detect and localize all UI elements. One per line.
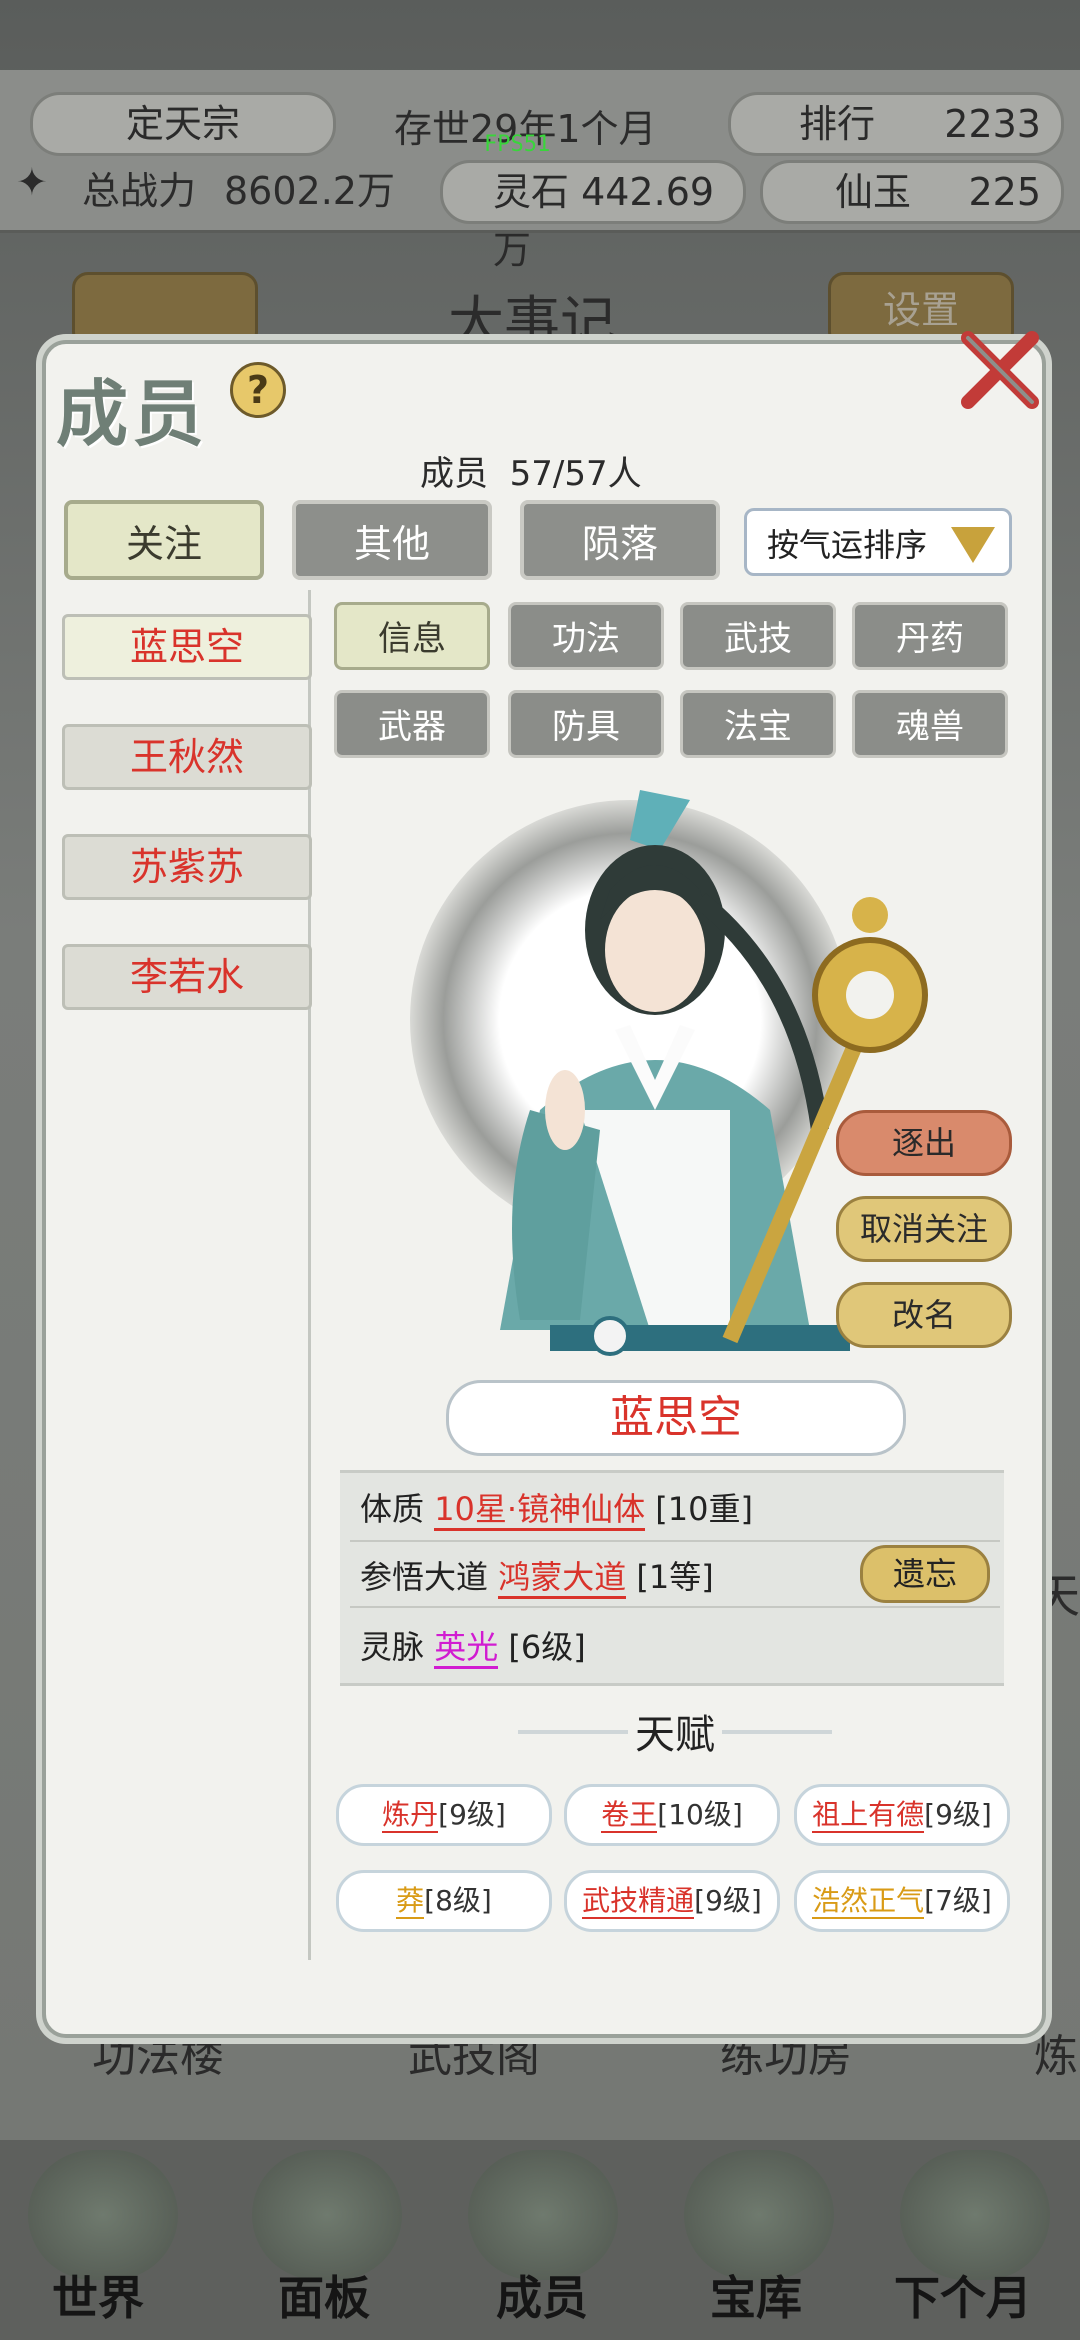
subtab-gongfa[interactable]: 功法 — [508, 602, 664, 670]
members-icon — [468, 2150, 618, 2280]
power-label: 总战力 — [82, 169, 197, 213]
subtab-armor[interactable]: 防具 — [508, 690, 664, 758]
subtab-pills[interactable]: 丹药 — [852, 602, 1008, 670]
spirit-stone-pill: 灵石 442.69万 — [440, 160, 746, 272]
sect-name-pill: 定天宗 — [30, 92, 336, 156]
talent-chip[interactable]: 炼丹[9级] — [336, 1784, 552, 1846]
treasury-icon — [684, 2150, 834, 2280]
vein-row: 灵脉 英光 [6级] — [360, 1622, 586, 1669]
help-icon[interactable]: ? — [230, 362, 286, 418]
chevron-down-icon — [951, 527, 995, 563]
dialog-title: 成员 — [56, 371, 209, 456]
nav-panel[interactable]: 面板 — [278, 2262, 370, 2328]
forget-button[interactable]: 遗忘 — [860, 1545, 990, 1603]
left-gold-button[interactable] — [72, 272, 258, 348]
member-list — [62, 590, 311, 1960]
tab-other[interactable]: 其他 — [292, 500, 492, 580]
rank-pill[interactable]: 排行 2233 — [728, 92, 1064, 156]
expel-button[interactable]: 逐出 — [836, 1110, 1012, 1176]
rename-button[interactable]: 改名 — [836, 1282, 1012, 1348]
physique-row: 体质 10星·镜神仙体 [10重] — [360, 1484, 753, 1531]
unfollow-button[interactable]: 取消关注 — [836, 1196, 1012, 1262]
nav-members[interactable]: 成员 — [496, 2262, 588, 2328]
character-name: 蓝思空 — [446, 1380, 906, 1456]
dao-row: 参悟大道 鸿蒙大道 [1等] — [360, 1552, 714, 1599]
member-item-0[interactable]: 蓝思空 — [62, 614, 312, 680]
nav-next-month[interactable]: 下个月 — [894, 2262, 1032, 2328]
talent-chip[interactable]: 莽[8级] — [336, 1870, 552, 1932]
member-item-3[interactable]: 李若水 — [62, 944, 312, 1010]
info-divider — [350, 1606, 1000, 1608]
talent-chip[interactable]: 浩然正气[7级] — [794, 1870, 1010, 1932]
tab-follow[interactable]: 关注 — [64, 500, 264, 580]
subtab-beast[interactable]: 魂兽 — [852, 690, 1008, 758]
talent-title: 天赋 — [635, 1712, 715, 1758]
talent-chip[interactable]: 祖上有德[9级] — [794, 1784, 1010, 1846]
close-icon[interactable] — [960, 330, 1040, 410]
info-divider — [350, 1540, 1000, 1542]
fps-counter: FPS51 — [484, 132, 551, 157]
subtab-weapon[interactable]: 武器 — [334, 690, 490, 758]
world-icon — [28, 2150, 178, 2280]
subtab-wuji[interactable]: 武技 — [680, 602, 836, 670]
member-count: 成员 57/57人 — [420, 454, 642, 494]
subtab-info[interactable]: 信息 — [334, 602, 490, 670]
talent-chip[interactable]: 卷王[10级] — [564, 1784, 780, 1846]
member-item-2[interactable]: 苏紫苏 — [62, 834, 312, 900]
power-icon: ✦ — [16, 160, 48, 204]
nav-treasury[interactable]: 宝库 — [710, 2262, 802, 2328]
tab-fallen[interactable]: 陨落 — [520, 500, 720, 580]
sort-dropdown[interactable]: 按气运排序 — [744, 508, 1012, 576]
panel-icon — [252, 2150, 402, 2280]
power-value: 8602.2万 — [224, 169, 395, 213]
nav-world[interactable]: 世界 — [52, 2262, 144, 2328]
jade-pill: 仙玉 225 — [760, 160, 1064, 224]
next-month-icon — [900, 2150, 1050, 2280]
subtab-artifact[interactable]: 法宝 — [680, 690, 836, 758]
talent-chip[interactable]: 武技精通[9级] — [564, 1870, 780, 1932]
member-item-1[interactable]: 王秋然 — [62, 724, 312, 790]
building-partial[interactable]: 炼 — [1034, 2020, 1078, 2084]
